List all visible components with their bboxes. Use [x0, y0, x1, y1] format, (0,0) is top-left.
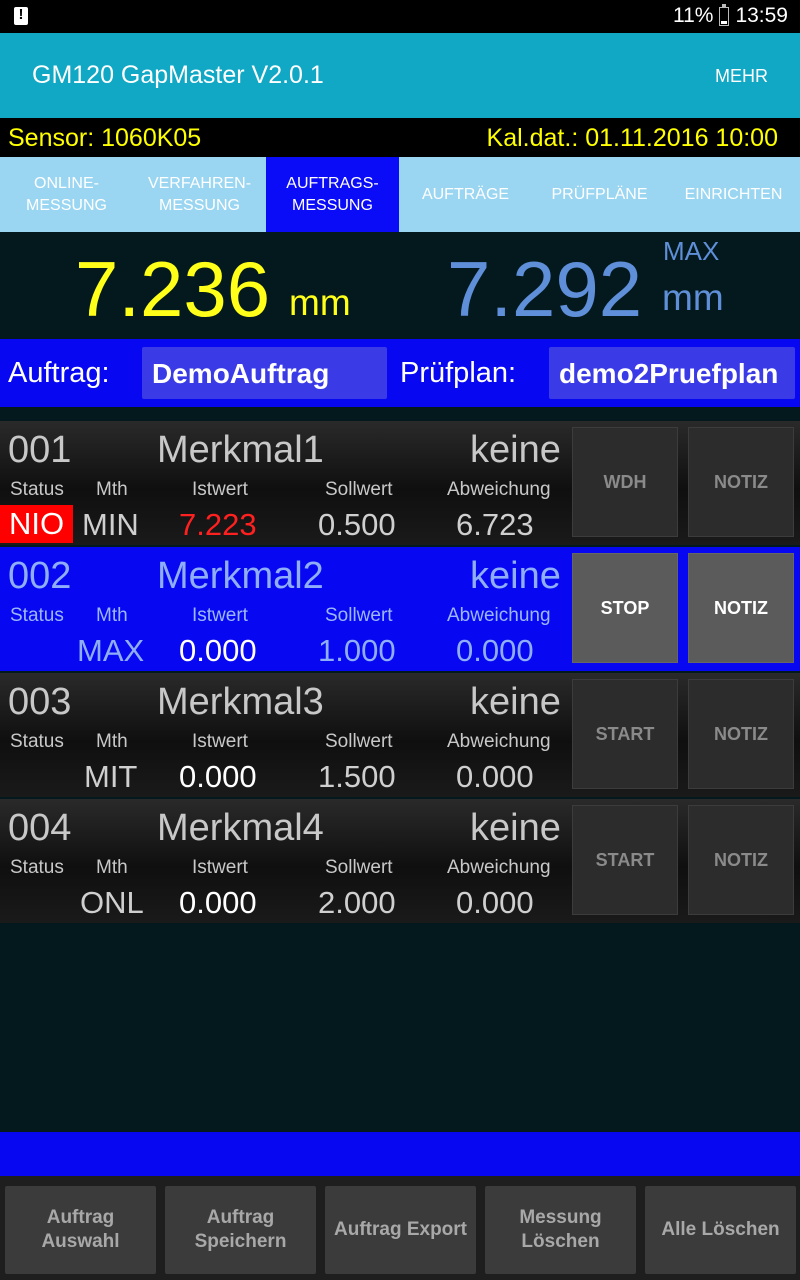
feature-name: Merkmal4 — [157, 807, 324, 849]
header-sollwert: Sollwert — [325, 731, 393, 752]
header-mth: Mth — [96, 479, 128, 500]
header-istwert: Istwert — [192, 857, 248, 878]
tab-auftraege[interactable]: AUFTRÄGE — [399, 157, 532, 232]
order-bar: Auftrag: DemoAuftrag Prüfplan: demo2Prue… — [0, 339, 800, 407]
abweichung-value: 6.723 — [456, 507, 534, 542]
header-mth: Mth — [96, 731, 128, 752]
sollwert-value: 0.500 — [318, 507, 396, 542]
header-status: Status — [10, 479, 64, 500]
note-button[interactable]: NOTIZ — [688, 553, 794, 663]
header-abweichung: Abweichung — [447, 731, 551, 752]
auftrag-export-button[interactable]: Auftrag Export — [325, 1186, 476, 1274]
feature-row[interactable]: 002 Merkmal2 keine Status Mth Istwert So… — [0, 547, 800, 671]
istwert-value: 0.000 — [179, 633, 257, 668]
feature-number: 004 — [8, 807, 72, 849]
feature-note: keine — [470, 429, 561, 471]
sollwert-value: 1.500 — [318, 759, 396, 794]
note-button[interactable]: NOTIZ — [688, 427, 794, 537]
feature-name: Merkmal2 — [157, 555, 324, 597]
sollwert-value: 2.000 — [318, 885, 396, 920]
header-status: Status — [10, 857, 64, 878]
pruefplan-label: Prüfplan: — [400, 357, 517, 389]
auftrag-auswahl-button[interactable]: Auftrag Auswahl — [5, 1186, 156, 1274]
feature-name: Merkmal3 — [157, 681, 324, 723]
pruefplan-field[interactable]: demo2Pruefplan — [549, 347, 795, 399]
header-abweichung: Abweichung — [447, 605, 551, 626]
istwert-value: 0.000 — [179, 885, 257, 920]
header-sollwert: Sollwert — [325, 857, 393, 878]
mth-value: MAX — [77, 633, 145, 668]
feature-number: 002 — [8, 555, 72, 597]
header-status: Status — [10, 731, 64, 752]
header-istwert: Istwert — [192, 605, 248, 626]
header-sollwert: Sollwert — [325, 605, 393, 626]
feature-note: keine — [470, 555, 561, 597]
tab-verfahren-messung[interactable]: VERFAHREN- MESSUNG — [133, 157, 266, 232]
repeat-button[interactable]: WDH — [572, 427, 678, 537]
battery-icon — [719, 3, 730, 26]
start-button[interactable]: START — [572, 679, 678, 789]
tab-bar: ONLINE- MESSUNG VERFAHREN- MESSUNG AUFTR… — [0, 157, 800, 232]
tab-pruefplaene[interactable]: PRÜFPLÄNE — [532, 157, 667, 232]
header-sollwert: Sollwert — [325, 479, 393, 500]
clock: 13:59 — [735, 4, 788, 27]
tab-einrichten[interactable]: EINRICHTEN — [667, 157, 800, 232]
more-button[interactable]: MEHR — [715, 66, 768, 87]
feature-number: 003 — [8, 681, 72, 723]
feature-number: 001 — [8, 429, 72, 471]
messung-loeschen-button[interactable]: Messung Löschen — [485, 1186, 636, 1274]
abweichung-value: 0.000 — [456, 885, 534, 920]
feature-note: keine — [470, 681, 561, 723]
calibration-date: Kal.dat.: 01.11.2016 10:00 — [486, 124, 778, 152]
stop-button[interactable]: STOP — [572, 553, 678, 663]
max-unit: mm — [662, 277, 724, 318]
mth-value: MIN — [82, 507, 139, 542]
system-status-bar: 11% 13:59 — [0, 0, 800, 33]
bottom-toolbar: Auftrag Auswahl Auftrag Speichern Auftra… — [0, 1176, 800, 1280]
header-istwert: Istwert — [192, 731, 248, 752]
abweichung-value: 0.000 — [456, 759, 534, 794]
tab-online-messung[interactable]: ONLINE- MESSUNG — [0, 157, 133, 232]
sensor-info-bar: Sensor: 1060K05 Kal.dat.: 01.11.2016 10:… — [0, 118, 800, 157]
note-button[interactable]: NOTIZ — [688, 805, 794, 915]
header-istwert: Istwert — [192, 479, 248, 500]
mth-value: ONL — [80, 885, 144, 920]
header-status: Status — [10, 605, 64, 626]
status-right: 11% 13:59 — [672, 3, 788, 28]
warning-icon — [14, 6, 28, 25]
current-unit: mm — [289, 282, 351, 323]
feature-row[interactable]: 003 Merkmal3 keine Status Mth Istwert So… — [0, 673, 800, 797]
max-label: MAX — [663, 236, 720, 266]
sollwert-value: 1.000 — [318, 633, 396, 668]
header-abweichung: Abweichung — [447, 479, 551, 500]
feature-note: keine — [470, 807, 561, 849]
battery-percent: 11% — [672, 4, 714, 27]
mth-value: MIT — [84, 759, 138, 794]
tab-auftrags-messung[interactable]: AUFTRAGS- MESSUNG — [266, 157, 399, 232]
abweichung-value: 0.000 — [456, 633, 534, 668]
istwert-value: 7.223 — [179, 507, 257, 542]
header-abweichung: Abweichung — [447, 857, 551, 878]
auftrag-label: Auftrag: — [8, 357, 110, 389]
current-value: 7.236 — [75, 245, 271, 333]
istwert-value: 0.000 — [179, 759, 257, 794]
feature-row[interactable]: 004 Merkmal4 keine Status Mth Istwert So… — [0, 799, 800, 923]
alle-loeschen-button[interactable]: Alle Löschen — [645, 1186, 796, 1274]
note-button[interactable]: NOTIZ — [688, 679, 794, 789]
header-mth: Mth — [96, 857, 128, 878]
max-value: 7.292 — [447, 245, 643, 333]
measurement-display: 7.236 mm 7.292 MAX mm — [0, 232, 800, 339]
start-button[interactable]: START — [572, 805, 678, 915]
header-mth: Mth — [96, 605, 128, 626]
auftrag-speichern-button[interactable]: Auftrag Speichern — [165, 1186, 316, 1274]
app-bar: GM120 GapMaster V2.0.1 MEHR — [0, 33, 800, 118]
feature-name: Merkmal1 — [157, 429, 324, 471]
sensor-label: Sensor: 1060K05 — [8, 124, 202, 152]
auftrag-field[interactable]: DemoAuftrag — [142, 347, 387, 399]
feature-row[interactable]: 001 Merkmal1 keine Status Mth Istwert So… — [0, 421, 800, 545]
progress-bar — [0, 1132, 800, 1176]
status-badge: NIO — [0, 505, 73, 543]
app-title: GM120 GapMaster V2.0.1 — [32, 61, 324, 89]
